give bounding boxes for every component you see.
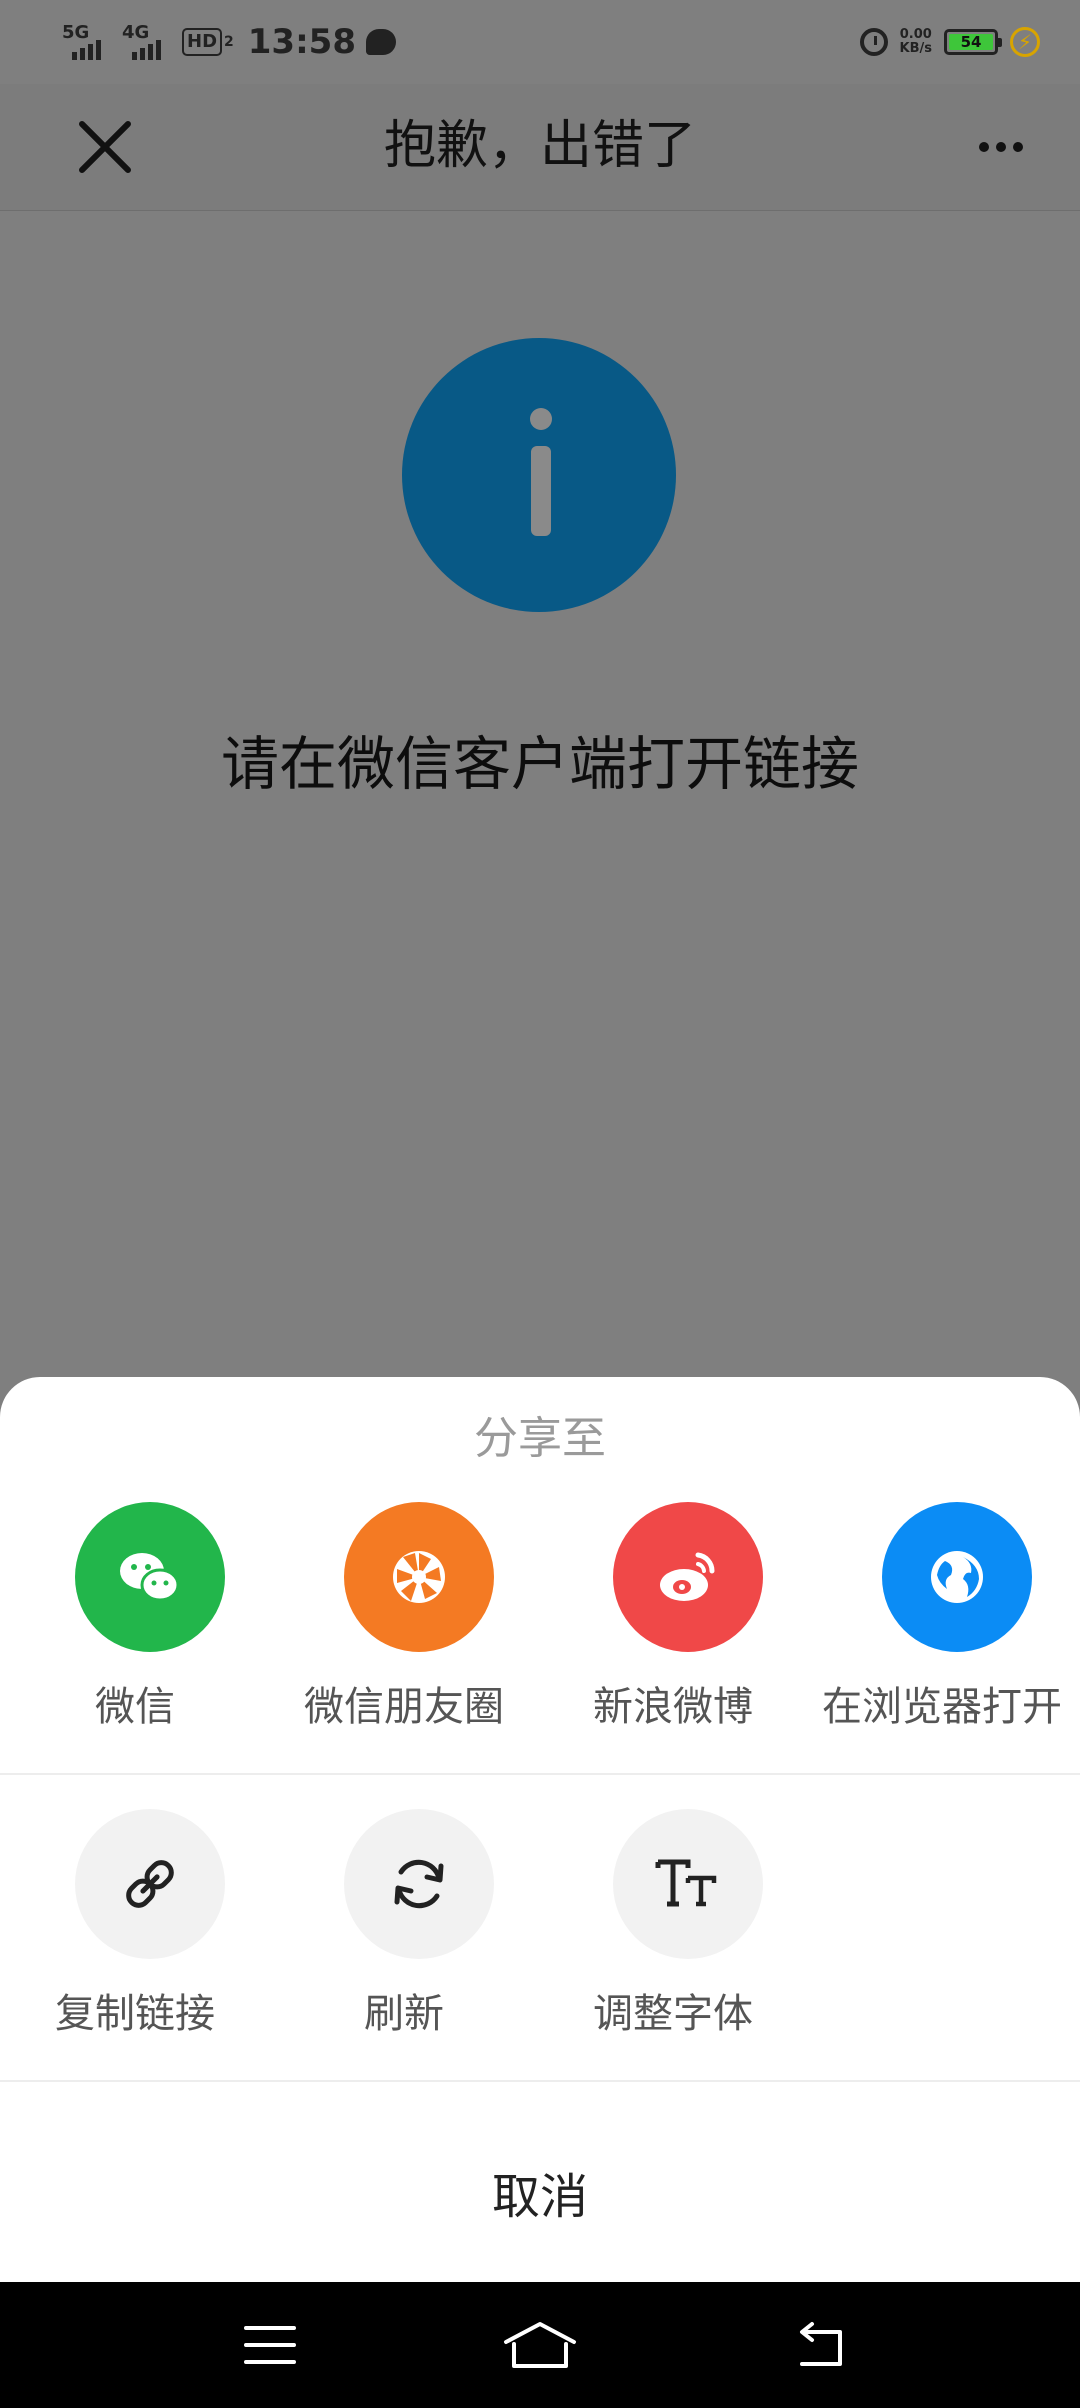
message-notification-icon xyxy=(366,29,396,55)
refresh-label: 刷新 xyxy=(364,1991,444,2037)
weibo-icon xyxy=(613,1502,763,1652)
share-sheet: 分享至 微信 微信朋友圈 新浪微博 在浏览器打开 复制链接 刷新 调整字体 取消 xyxy=(0,1377,1080,2282)
network-speed-unit: KB/s xyxy=(899,41,932,56)
error-message: 请在微信客户端打开链接 xyxy=(220,730,859,798)
share-weibo-label: 新浪微博 xyxy=(593,1684,753,1730)
home-icon xyxy=(504,2322,576,2368)
open-in-browser-button[interactable]: 在浏览器打开 xyxy=(807,1502,1076,1742)
wechat-icon xyxy=(75,1502,225,1652)
alarm-icon xyxy=(859,28,888,56)
home-button[interactable] xyxy=(502,2320,578,2370)
status-left: 5G 4G HD 2 13:58 xyxy=(62,18,396,66)
page-title: 抱歉，出错了 xyxy=(383,116,696,176)
copy-link-label: 复制链接 xyxy=(55,1991,215,2037)
signal-5g-icon: 5G xyxy=(62,22,112,62)
share-moments-button[interactable]: 微信朋友圈 xyxy=(269,1502,538,1742)
clock: 13:58 xyxy=(247,22,356,62)
back-button[interactable] xyxy=(790,2320,850,2370)
battery-icon: 54 xyxy=(944,29,1002,55)
share-targets-row: 微信 微信朋友圈 新浪微博 在浏览器打开 xyxy=(0,1502,1080,1730)
adjust-font-label: 调整字体 xyxy=(593,1991,753,2037)
share-weibo-button[interactable]: 新浪微博 xyxy=(538,1502,807,1742)
info-icon xyxy=(402,338,676,612)
battery-level: 54 xyxy=(949,34,993,50)
divider xyxy=(0,1773,1080,1775)
refresh-icon xyxy=(344,1809,494,1959)
network-speed-value: 0.00 xyxy=(899,27,932,42)
link-icon xyxy=(75,1809,225,1959)
open-in-browser-label: 在浏览器打开 xyxy=(822,1684,1062,1730)
globe-icon xyxy=(882,1502,1032,1652)
adjust-font-button[interactable]: 调整字体 xyxy=(538,1809,807,2049)
navigation-bar xyxy=(0,2282,1080,2408)
title-bar: 抱歉，出错了 xyxy=(0,84,1080,211)
share-moments-label: 微信朋友圈 xyxy=(304,1684,504,1730)
cancel-button[interactable]: 取消 xyxy=(0,2137,1080,2282)
back-icon xyxy=(800,2322,842,2366)
recent-apps-button[interactable] xyxy=(240,2320,300,2370)
actions-row: 复制链接 刷新 调整字体 xyxy=(0,1809,1080,2037)
share-wechat-label: 微信 xyxy=(95,1684,175,1730)
hd-voice-sub: 2 xyxy=(224,34,234,50)
moments-icon xyxy=(344,1502,494,1652)
more-options-button[interactable] xyxy=(970,114,1032,180)
divider xyxy=(0,2080,1080,2082)
menu-icon xyxy=(244,2326,296,2364)
share-sheet-title: 分享至 xyxy=(474,1413,606,1464)
hd-voice-icon: HD xyxy=(182,28,223,56)
status-bar: 5G 4G HD 2 13:58 0.00 KB/s 54 ⚡ xyxy=(0,0,1080,84)
share-wechat-button[interactable]: 微信 xyxy=(0,1502,269,1742)
charging-icon: ⚡ xyxy=(1010,27,1040,57)
network-speed: 0.00 KB/s xyxy=(900,28,932,56)
copy-link-button[interactable]: 复制链接 xyxy=(0,1809,269,2049)
status-right: 0.00 KB/s 54 ⚡ xyxy=(859,20,1040,64)
font-size-icon xyxy=(613,1809,763,1959)
more-icon xyxy=(979,142,989,152)
refresh-button[interactable]: 刷新 xyxy=(269,1809,538,2049)
signal-4g-icon: 4G xyxy=(122,22,172,62)
